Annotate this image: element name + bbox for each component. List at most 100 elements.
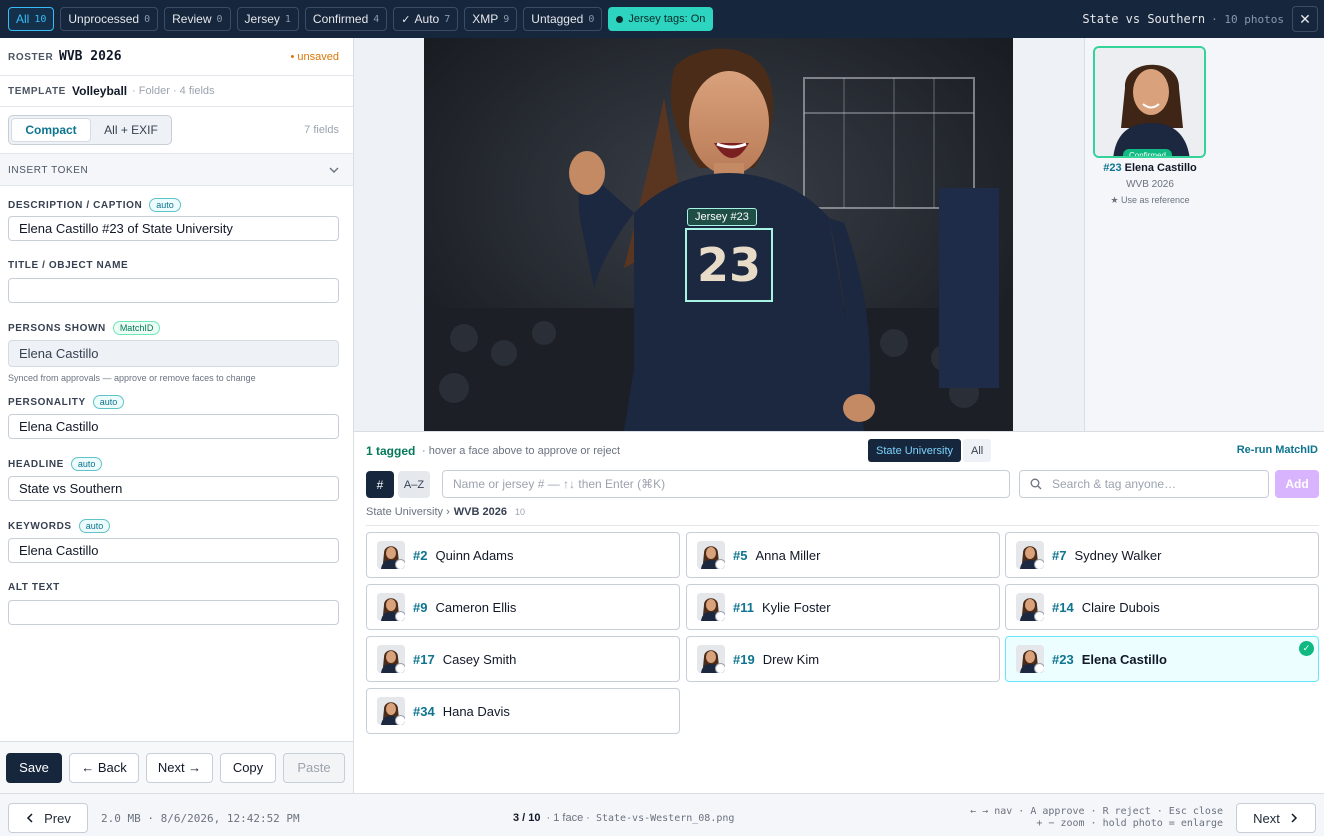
reference-team: WVB 2026 [1126, 179, 1174, 190]
tagged-count: 1 tagged [366, 444, 416, 458]
filter-count: 1 [284, 13, 291, 25]
personality-field[interactable]: Elena Castillo [8, 414, 339, 439]
filter-all[interactable]: All 10 [8, 7, 55, 31]
player-card[interactable]: #14 Claire Dubois [1005, 584, 1319, 630]
photo-count: · 10 photos [1211, 12, 1284, 26]
zoom-icon[interactable] [715, 663, 725, 673]
filter-confirmed[interactable]: Confirmed 4 [304, 7, 388, 31]
player-card[interactable]: #17 Casey Smith [366, 636, 680, 682]
photo-position: 3 / 10 · 1 face · State-vs-Western_08.png [513, 812, 734, 824]
player-number: #11 [733, 599, 754, 615]
auto-badge: auto [92, 395, 125, 409]
player-card[interactable]: #23 Elena Castillo ✓ [1005, 636, 1319, 682]
tab-all-teams[interactable]: All [963, 439, 992, 462]
filter-untagged[interactable]: Untagged 0 [523, 7, 603, 31]
player-name: Cameron Ellis [435, 599, 517, 615]
player-card[interactable]: #19 Drew Kim [686, 636, 1000, 682]
filter-xmp[interactable]: XMP 9 [464, 7, 518, 31]
template-label: TEMPLATE [8, 86, 66, 97]
breadcrumb-roster: WVB 2026 [453, 506, 507, 518]
tab-compact[interactable]: Compact [11, 118, 91, 142]
add-button[interactable]: Add [1275, 470, 1319, 498]
template-value[interactable]: Volleyball [72, 84, 127, 98]
breadcrumb-team[interactable]: State University › [366, 506, 450, 518]
jersey-detection-box[interactable] [685, 228, 773, 302]
alt-text-field[interactable] [8, 600, 339, 625]
zoom-icon[interactable] [1034, 663, 1044, 673]
zoom-icon[interactable] [1034, 611, 1044, 621]
zoom-icon[interactable] [715, 611, 725, 621]
next-button[interactable]: Next [1236, 803, 1316, 833]
player-card[interactable]: #34 Hana Davis [366, 688, 680, 734]
paste-button[interactable]: Paste [283, 752, 345, 783]
avatar [377, 697, 405, 725]
roster-count: 10 [514, 507, 525, 517]
back-button[interactable]: ← Back [69, 752, 139, 783]
keywords-field[interactable]: Elena Castillo [8, 538, 339, 563]
search-tag-input[interactable]: Search & tag anyone… [1019, 470, 1269, 498]
reference-panel: Confirmed #23 Elena Castillo WVB 2026 ★ … [1084, 38, 1324, 431]
zoom-icon[interactable] [395, 663, 405, 673]
copy-button[interactable]: Copy [220, 752, 276, 783]
zoom-icon[interactable] [395, 559, 405, 569]
tab-state-university[interactable]: State University [868, 439, 962, 462]
face-count: · 1 face · [546, 812, 590, 824]
player-card[interactable]: #9 Cameron Ellis [366, 584, 680, 630]
name-jersey-input[interactable]: Name or jersey # — ↑↓ then Enter (⌘K) [442, 470, 1010, 498]
use-as-reference-link[interactable]: ★ Use as reference [1085, 195, 1215, 206]
team-tabs: State University All [868, 439, 993, 462]
search-icon [1030, 478, 1042, 490]
player-name: Elena Castillo [1081, 651, 1167, 667]
next-field-button[interactable]: Next → [146, 752, 213, 783]
headline-field[interactable]: State vs Southern [8, 476, 339, 501]
event-title: State vs Southern · 10 photos [1082, 0, 1284, 38]
zoom-icon[interactable] [715, 559, 725, 569]
rerun-matchid-button[interactable]: Re-run MatchID [1237, 444, 1318, 456]
player-card[interactable]: #11 Kylie Foster [686, 584, 1000, 630]
auto-badge: auto [78, 519, 111, 533]
auto-badge: auto [149, 198, 181, 212]
title-field[interactable] [8, 278, 339, 303]
field-label-title: TITLE / OBJECT NAME [8, 260, 128, 271]
filter-review[interactable]: Review 0 [164, 7, 231, 31]
filter-count: 0 [216, 13, 223, 25]
zoom-icon[interactable] [1034, 559, 1044, 569]
insert-token-row[interactable]: INSERT TOKEN [0, 154, 353, 186]
player-name: Sydney Walker [1074, 547, 1162, 563]
player-card[interactable]: #5 Anna Miller [686, 532, 1000, 578]
filter-unprocessed[interactable]: Unprocessed 0 [60, 7, 159, 31]
field-count: 7 fields [304, 124, 339, 136]
toggle-label: Jersey tags: On [628, 13, 706, 25]
jersey-tags-toggle[interactable]: Jersey tags: On [608, 7, 714, 31]
insert-token-label: INSERT TOKEN [8, 165, 89, 176]
reference-thumbnail[interactable]: Confirmed [1093, 46, 1206, 158]
sort-alpha-button[interactable]: A–Z [398, 471, 430, 498]
matchid-badge: MatchID [112, 321, 161, 335]
description-field[interactable]: Elena Castillo #23 of State University [8, 216, 339, 241]
player-number: #5 [733, 547, 748, 563]
jersey-tag-label[interactable]: Jersey #23 [687, 208, 757, 226]
field-label-text: ALT TEXT [8, 582, 60, 593]
field-label-alt-text: ALT TEXT [8, 582, 60, 593]
filter-jersey[interactable]: Jersey 1 [236, 7, 299, 31]
filter-auto[interactable]: ✓ Auto 7 [393, 7, 459, 31]
avatar [377, 645, 405, 673]
close-button[interactable]: ✕ [1292, 6, 1318, 32]
persons-help-text: Synced from approvals — approve or remov… [8, 373, 256, 383]
player-card[interactable]: #2 Quinn Adams [366, 532, 680, 578]
tab-all-exif[interactable]: All + EXIF [93, 118, 169, 142]
player-card[interactable]: #7 Sydney Walker [1005, 532, 1319, 578]
player-name: Casey Smith [442, 651, 517, 667]
save-button[interactable]: Save [6, 752, 62, 783]
sort-by-number-button[interactable]: # [366, 471, 394, 498]
reference-player-name: Elena Castillo [1124, 162, 1197, 174]
player-number: #19 [733, 651, 755, 667]
zoom-icon[interactable] [395, 611, 405, 621]
check-icon: ✓ [401, 13, 411, 26]
filter-count: 0 [144, 13, 151, 25]
chevron-down-icon [329, 167, 339, 173]
roster-value[interactable]: WVB 2026 [59, 49, 122, 64]
field-label-description: DESCRIPTION / CAPTION auto [8, 198, 181, 212]
zoom-icon[interactable] [395, 715, 405, 725]
prev-button[interactable]: Prev [8, 803, 88, 833]
